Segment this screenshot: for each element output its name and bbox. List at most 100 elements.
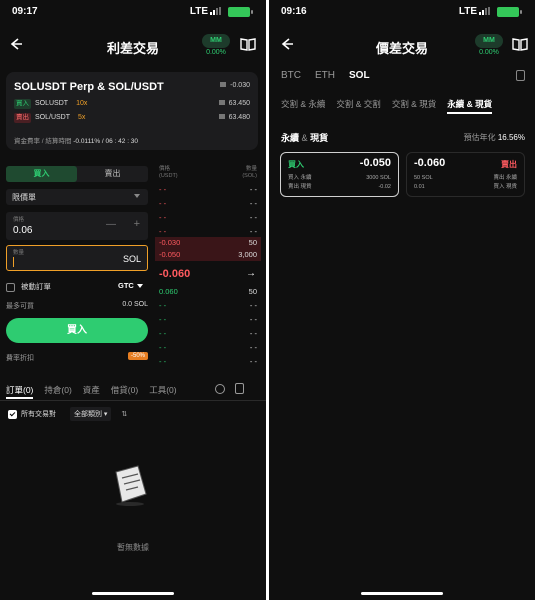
spread-card-buy[interactable]: 買入 -0.050 買入 永續 3000 SOL 賣出 現貨 -0.02 — [280, 152, 399, 197]
mm-badge[interactable]: MM — [475, 34, 503, 48]
bottom-tabs: 訂單(0) 持倉(0) 資產 借貸(0) 工具(0) — [6, 383, 258, 399]
tab-delivery-perp[interactable]: 交割 & 永續 — [281, 99, 325, 109]
bid-row[interactable]: - -- - — [155, 328, 261, 340]
leg-price: 63.480 — [218, 114, 250, 121]
bid-row[interactable]: - -- - — [155, 342, 261, 354]
leverage-selector[interactable]: 5x — [78, 114, 85, 121]
flag-icon — [218, 114, 225, 119]
type-tabs: 交割 & 永續 交割 & 交割 交割 & 現貨 永續 & 現貨 — [281, 98, 503, 114]
tab-orders[interactable]: 訂單(0) — [6, 385, 34, 399]
card-price: -0.060 — [414, 157, 446, 169]
max-buy-row: 最多可買 0.0 SOL — [6, 301, 148, 310]
leg-buy: 買入 SOLUSDT 10x — [14, 99, 87, 109]
buy-tab[interactable]: 買入 — [6, 166, 77, 182]
ask-row[interactable]: -0.030 50 — [155, 237, 261, 249]
bid-row[interactable]: 0.060 50 — [155, 286, 261, 298]
tab-eth[interactable]: ETH — [315, 70, 335, 81]
order-type-select[interactable]: 限價單 — [6, 189, 148, 205]
caret-down-icon — [136, 284, 143, 289]
buy-button[interactable]: 買入 — [6, 318, 148, 343]
tab-assets[interactable]: 資產 — [83, 385, 100, 395]
price-minus-button[interactable]: — — [106, 219, 116, 230]
passive-order-checkbox[interactable]: 被動訂單 — [6, 281, 51, 292]
card-side: 賣出 — [501, 160, 517, 169]
all-pairs-checkbox[interactable]: 所有交易對 — [8, 409, 56, 419]
price-input[interactable]: 價格 0.06 — + — [6, 212, 148, 240]
divider — [0, 400, 266, 401]
book-icon[interactable] — [240, 36, 256, 52]
tab-positions[interactable]: 持倉(0) — [44, 385, 71, 395]
price-value: 0.06 — [13, 225, 33, 236]
document-icon[interactable] — [235, 383, 244, 394]
leg-price: 63.450 — [218, 100, 250, 107]
tab-delivery-delivery[interactable]: 交割 & 交割 — [336, 99, 380, 109]
sell-tab[interactable]: 賣出 — [77, 166, 148, 182]
card-price: -0.050 — [359, 157, 391, 169]
buy-tag: 買入 — [14, 99, 31, 109]
filter-row: 所有交易對 全部類別 ▾ ⇅ — [8, 407, 127, 421]
coin-tabs: BTC ETH SOL — [281, 70, 384, 81]
flag-icon — [220, 82, 227, 87]
price-plus-button[interactable]: + — [134, 218, 140, 230]
tab-sol[interactable]: SOL — [349, 70, 370, 81]
arrow-right-icon[interactable]: → — [246, 268, 256, 279]
tab-loans[interactable]: 借貸(0) — [111, 385, 138, 395]
qty-unit: SOL — [122, 254, 141, 264]
tab-tools[interactable]: 工具(0) — [149, 385, 176, 395]
bid-row[interactable]: - -- - — [155, 300, 261, 312]
empty-box-icon — [115, 465, 147, 506]
tab-delivery-spot[interactable]: 交割 & 現貨 — [392, 99, 436, 109]
mid-price: -0.060 — [159, 268, 191, 280]
card-side: 買入 — [288, 160, 304, 169]
leg-sell: 賣出 SOL/USDT 5x — [14, 113, 85, 123]
empty-state-text: 暫無數據 — [117, 543, 149, 552]
tif-select[interactable]: GTC — [118, 281, 143, 290]
fee-badge: -50% — [127, 352, 148, 360]
network-label: LTE — [458, 6, 477, 17]
ask-row[interactable]: -0.050 3,000 — [155, 249, 261, 261]
bid-row[interactable]: - -- - — [155, 314, 261, 326]
document-icon[interactable] — [516, 70, 525, 81]
bid-row[interactable]: - -- - — [155, 356, 261, 368]
quantity-input[interactable]: 數量 SOL — [6, 245, 148, 271]
funding-row: 資金費率 / 結算時間 -0.0111% / 06 : 42 : 30 — [14, 138, 139, 145]
leverage-selector[interactable]: 10x — [76, 100, 87, 107]
ask-row[interactable]: - -- - — [155, 198, 261, 210]
settings-circle-icon[interactable] — [215, 384, 225, 394]
spread-value: -0.030 — [220, 82, 250, 89]
status-time: 09:16 — [281, 6, 307, 17]
category-select[interactable]: 全部類別 ▾ — [69, 407, 112, 421]
tab-perp-spot[interactable]: 永續 & 現貨 — [447, 99, 493, 114]
status-bar: 09:17 LTE — [0, 0, 266, 22]
book-icon[interactable] — [512, 36, 528, 52]
leg-symbol: SOLUSDT — [35, 100, 69, 107]
status-time: 09:17 — [12, 6, 38, 17]
checkbox-icon — [6, 282, 15, 292]
pair-card[interactable]: SOLUSDT Perp & SOL/USDT 買入 SOLUSDT 10x 賣出 S… — [6, 72, 258, 150]
battery-icon — [497, 7, 522, 17]
status-bar: 09:16 LTE — [269, 0, 535, 22]
caret-down-icon — [134, 194, 140, 198]
battery-icon — [228, 7, 253, 17]
home-indicator — [361, 592, 443, 595]
network-label: LTE — [189, 6, 208, 17]
sort-icon[interactable]: ⇅ — [121, 410, 127, 418]
nav-bar: 價差交易 MM 0.00% — [269, 30, 535, 62]
section-title: 永續 & 現貨 — [281, 133, 329, 143]
left-screen: 09:17 LTE 利差交易 MM 0.00% SOLUSDT Perp & S… — [0, 0, 266, 600]
spread-card-sell[interactable]: -0.060 賣出 50 SOL 賣出 永續 0.01 買入 現貨 — [406, 152, 525, 197]
home-indicator — [92, 592, 174, 595]
ask-row[interactable]: - -- - — [155, 212, 261, 224]
ask-row[interactable]: - -- - — [155, 184, 261, 196]
mm-badge[interactable]: MM — [202, 34, 230, 48]
leg-symbol: SOL/USDT — [35, 114, 71, 121]
text-cursor — [13, 257, 14, 267]
signal-icon — [210, 7, 222, 15]
price-label: 價格 — [13, 217, 25, 223]
tab-btc[interactable]: BTC — [281, 70, 301, 81]
mm-value: 0.00% — [479, 49, 499, 56]
sell-tag: 賣出 — [14, 113, 31, 123]
side-toggle: 買入 賣出 — [6, 166, 148, 182]
annual-yield: 預估年化 16.56% — [463, 133, 525, 142]
flag-icon — [218, 100, 225, 105]
